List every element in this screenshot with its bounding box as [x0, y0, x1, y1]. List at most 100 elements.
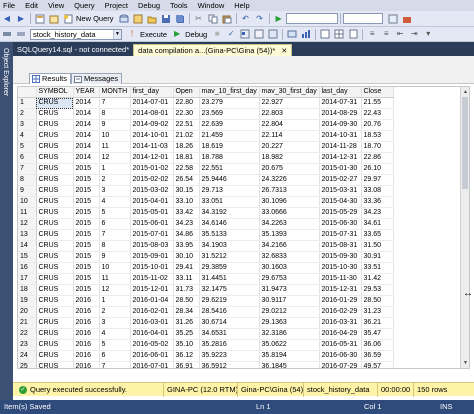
- table-cell[interactable]: 32.1475: [199, 284, 260, 296]
- properties-icon[interactable]: [387, 13, 399, 25]
- add-item-icon[interactable]: [48, 13, 60, 25]
- client-statistics-icon[interactable]: [300, 28, 312, 40]
- solution-config-dropdown[interactable]: [285, 13, 338, 24]
- table-cell[interactable]: CRUS: [36, 163, 74, 175]
- table-cell[interactable]: 2015-07-31: [319, 229, 362, 241]
- table-cell[interactable]: 2014-07-31: [319, 97, 362, 109]
- row-number-cell[interactable]: 24: [18, 350, 37, 362]
- database-query-icon[interactable]: [118, 13, 130, 25]
- table-cell[interactable]: 23.569: [199, 108, 260, 120]
- table-cell[interactable]: 22.86: [361, 152, 394, 164]
- table-cell[interactable]: 22.30: [173, 108, 200, 120]
- table-cell[interactable]: 32.6833: [259, 251, 320, 263]
- table-cell[interactable]: 31.23: [361, 306, 394, 318]
- disconnect-icon[interactable]: [15, 28, 27, 40]
- table-cell[interactable]: 2014-11-03: [130, 141, 174, 153]
- tab-sqlquery14[interactable]: SQLQuery14.sql - not connected*: [13, 44, 133, 56]
- table-cell[interactable]: 33.42: [173, 207, 200, 219]
- table-cell[interactable]: 2014-10-01: [130, 130, 174, 142]
- row-number-cell[interactable]: 15: [18, 251, 37, 263]
- row-number-cell[interactable]: 18: [18, 284, 37, 296]
- table-cell[interactable]: CRUS: [36, 361, 74, 368]
- table-row[interactable]: 12 CRUS 2015 6 2015-06-01 34.23 34.6146 34.2263…: [18, 218, 394, 230]
- new-query-button[interactable]: New Query: [76, 14, 114, 23]
- table-cell[interactable]: 2015-12-31: [319, 284, 362, 296]
- table-cell[interactable]: CRUS: [36, 196, 74, 208]
- table-cell[interactable]: 18.26: [173, 141, 200, 153]
- table-row[interactable]: 3 CRUS 2014 9 2014-09-02 22.51 22.639 22.804 201…: [18, 119, 394, 131]
- table-cell[interactable]: 2016: [73, 306, 100, 318]
- row-number-cell[interactable]: 13: [18, 229, 37, 241]
- table-cell[interactable]: 2016: [73, 339, 100, 351]
- menu-help[interactable]: Help: [229, 0, 254, 11]
- table-cell[interactable]: 9: [99, 251, 131, 263]
- table-cell[interactable]: 18.619: [199, 141, 260, 153]
- table-cell[interactable]: 2: [99, 306, 131, 318]
- table-cell[interactable]: 29.97: [361, 174, 394, 186]
- table-cell[interactable]: 1: [99, 163, 131, 175]
- table-cell[interactable]: 35.1393: [259, 229, 320, 241]
- table-cell[interactable]: 2015-04-01: [130, 196, 174, 208]
- table-cell[interactable]: CRUS: [36, 295, 74, 307]
- results-grid[interactable]: SYMBOL YEAR MONTH first_day Open mav_10_first…: [17, 86, 470, 369]
- table-cell[interactable]: 34.61: [361, 218, 394, 230]
- execute-icon[interactable]: !: [126, 28, 138, 40]
- table-cell[interactable]: 2015: [73, 251, 100, 263]
- results-to-file-icon[interactable]: [347, 28, 359, 40]
- table-cell[interactable]: 29.0212: [259, 306, 320, 318]
- row-number-cell[interactable]: 17: [18, 273, 37, 285]
- table-cell[interactable]: 22.80: [173, 97, 200, 109]
- parse-icon[interactable]: ✓: [225, 28, 237, 40]
- table-cell[interactable]: 2015: [73, 273, 100, 285]
- intellisense-icon[interactable]: [267, 28, 279, 40]
- table-cell[interactable]: 2015: [73, 218, 100, 230]
- table-cell[interactable]: 34.86: [173, 229, 200, 241]
- display-plan-icon[interactable]: [239, 28, 251, 40]
- table-cell[interactable]: 9: [99, 119, 131, 131]
- table-cell[interactable]: 4: [99, 196, 131, 208]
- table-cell[interactable]: 2016-01-04: [130, 295, 174, 307]
- table-cell[interactable]: 4: [99, 328, 131, 340]
- row-number-cell[interactable]: 7: [18, 163, 37, 175]
- table-cell[interactable]: 2015: [73, 284, 100, 296]
- close-icon[interactable]: ✕: [281, 48, 287, 55]
- table-cell[interactable]: 2015-08-03: [130, 240, 174, 252]
- table-cell[interactable]: 33.95: [173, 240, 200, 252]
- table-cell[interactable]: 29.6753: [259, 273, 320, 285]
- table-cell[interactable]: 36.1845: [259, 361, 320, 368]
- table-row[interactable]: 14 CRUS 2015 8 2015-08-03 33.95 34.1903 34.2166…: [18, 240, 394, 252]
- table-cell[interactable]: CRUS: [36, 262, 74, 274]
- table-cell[interactable]: 2015-06-30: [319, 218, 362, 230]
- scroll-down-icon[interactable]: ▼: [461, 359, 469, 367]
- cancel-query-icon[interactable]: ■: [211, 28, 223, 40]
- table-cell[interactable]: 2015: [73, 163, 100, 175]
- new-project-icon[interactable]: [34, 13, 46, 25]
- table-cell[interactable]: 6: [99, 218, 131, 230]
- debug-icon[interactable]: ▶: [171, 28, 183, 40]
- table-row[interactable]: 21 CRUS 2016 3 2016-03-01 31.26 30.6714 29.1363…: [18, 317, 394, 329]
- table-cell[interactable]: 31.5212: [199, 251, 260, 263]
- table-row[interactable]: 17 CRUS 2015 11 2015-11-02 33.11 31.4451 29.675…: [18, 273, 394, 285]
- table-cell[interactable]: 2016-05-02: [130, 339, 174, 351]
- table-cell[interactable]: 22.551: [199, 163, 260, 175]
- table-cell[interactable]: 25.9446: [199, 174, 260, 186]
- table-cell[interactable]: 34.23: [173, 218, 200, 230]
- table-cell[interactable]: 2015-05-29: [319, 207, 362, 219]
- table-cell[interactable]: 35.10: [173, 339, 200, 351]
- table-cell[interactable]: 2015: [73, 262, 100, 274]
- table-cell[interactable]: 30.91: [361, 251, 394, 263]
- table-cell[interactable]: 20.675: [259, 163, 320, 175]
- table-cell[interactable]: 2015-01-02: [130, 163, 174, 175]
- table-row[interactable]: 24 CRUS 2016 6 2016-06-01 36.12 35.9223 35.8194…: [18, 350, 394, 362]
- table-cell[interactable]: 28.34: [173, 306, 200, 318]
- row-number-cell[interactable]: 10: [18, 196, 37, 208]
- table-cell[interactable]: 49.57: [361, 361, 394, 368]
- table-row[interactable]: 22 CRUS 2016 4 2016-04-01 35.25 34.6531 32.3186…: [18, 328, 394, 340]
- table-cell[interactable]: 30.10: [173, 251, 200, 263]
- query-options-icon[interactable]: [253, 28, 265, 40]
- vertical-scrollbar[interactable]: ▲ ▼: [460, 87, 469, 368]
- table-cell[interactable]: 28.5416: [199, 306, 260, 318]
- table-cell[interactable]: 26.7313: [259, 185, 320, 197]
- menu-view[interactable]: View: [43, 0, 69, 11]
- table-cell[interactable]: 2014-08-29: [319, 108, 362, 120]
